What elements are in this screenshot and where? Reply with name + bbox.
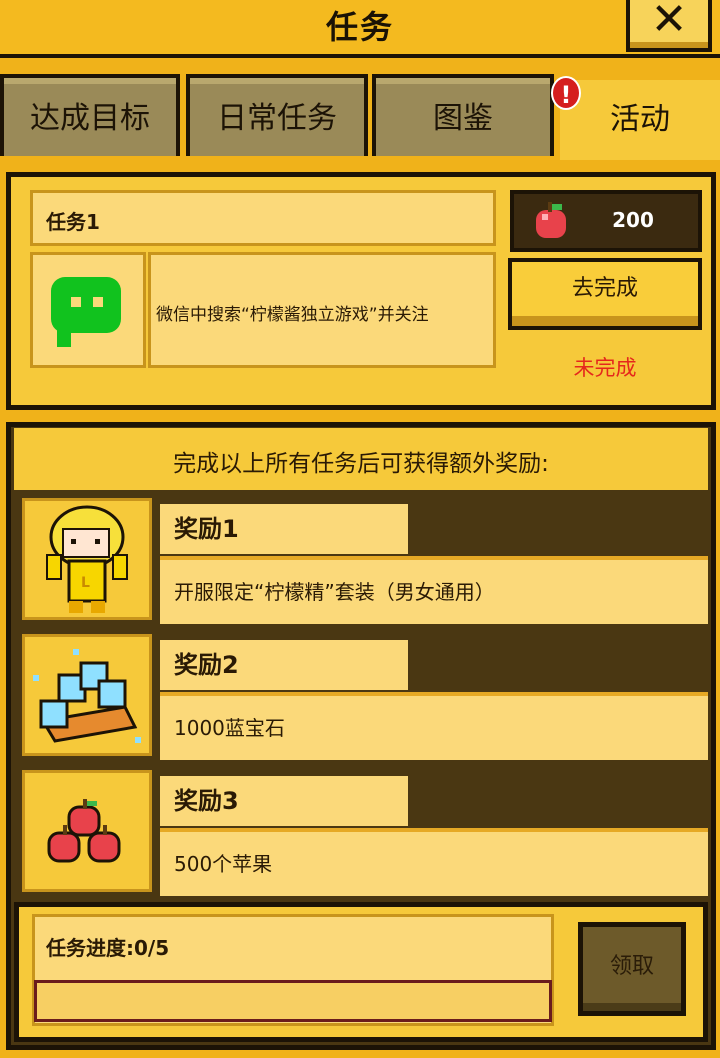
svg-text:L: L [81,575,90,591]
reward-desc: 开服限定“柠檬精”套装（男女通用） [174,580,495,604]
reward-desc: 1000蓝宝石 [174,716,285,740]
lemon-character-icon: L [46,505,128,613]
bonus-title: 完成以上所有任务后可获得额外奖励: [173,451,549,477]
reward-body: 开服限定“柠檬精”套装（男女通用） [160,556,708,624]
tab-label: 图鉴 [433,101,493,136]
close-icon: ✕ [650,0,688,45]
task-name: 任务1 [46,210,100,234]
reward-count: 200 [612,208,654,232]
tab-daily[interactable]: 日常任务 [186,74,368,156]
close-button[interactable]: ✕ [626,0,712,52]
tab-achievements[interactable]: 达成目标 [0,74,180,156]
reward-tag: 奖励2 [160,640,408,690]
reward-tag: 奖励3 [160,776,408,826]
tab-label: 日常任务 [217,101,337,136]
progress-bar [34,980,552,1022]
tab-label: 活动 [610,102,670,137]
tab-collection[interactable]: 图鉴 [372,74,554,156]
tab-label: 达成目标 [30,101,150,136]
task-icon-box [30,252,146,368]
task-status: 未完成 [573,356,637,380]
claim-button[interactable]: 领取 [578,922,686,1016]
page-title: 任务 [325,8,394,46]
reward-label: 奖励3 [174,787,239,815]
apple-icon [536,202,566,238]
reward-icon-box [22,770,152,892]
reward-icon-box: L [22,498,152,620]
wechat-icon [51,277,121,347]
reward-body: 500个苹果 [160,828,708,896]
tab-events[interactable]: 活动 [560,80,720,160]
reward-desc: 500个苹果 [174,852,273,876]
go-complete-button[interactable]: 去完成 [508,258,702,330]
task-description: 微信中搜索“柠檬酱独立游戏”并关注 [156,305,429,325]
reward-tag: 奖励1 [160,504,408,554]
reward-icon-box [22,634,152,756]
reward-label: 奖励2 [174,651,239,679]
apples-icon [47,799,121,863]
button-label: 去完成 [571,276,638,301]
sapphire-icon [33,649,141,743]
reward-label: 奖励1 [174,515,239,543]
reward-body: 1000蓝宝石 [160,692,708,760]
alert-badge: ! [551,76,581,110]
button-label: 领取 [609,954,654,979]
progress-label: 任务进度:0/5 [46,936,170,960]
